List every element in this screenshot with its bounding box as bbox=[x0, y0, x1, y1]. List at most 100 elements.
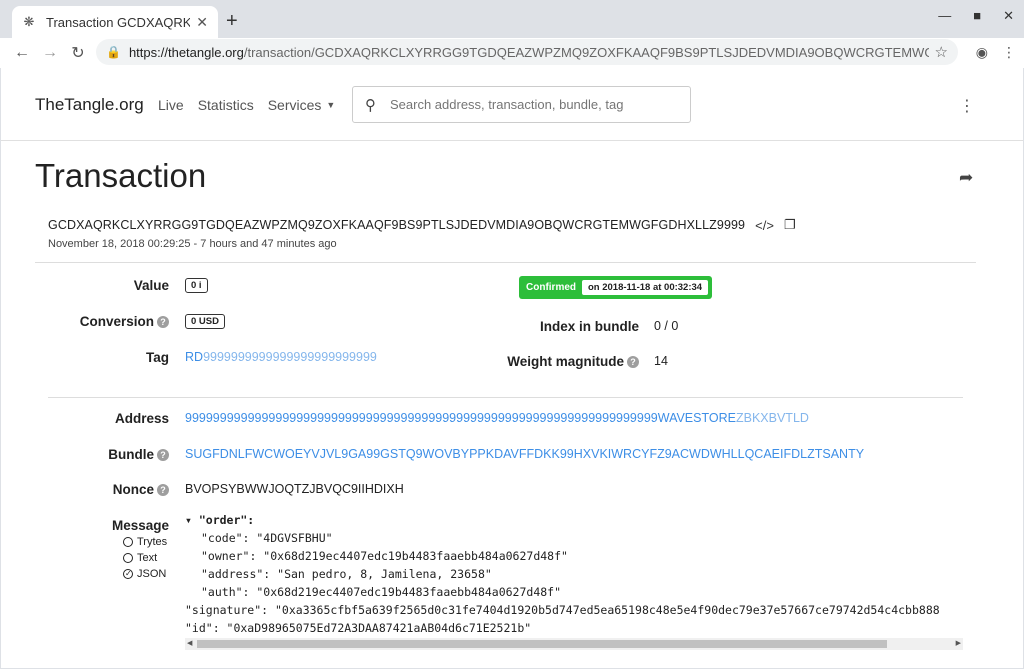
main-nav: Live Statistics Services ▼ bbox=[158, 97, 335, 113]
index-label: Index in bundle bbox=[539, 319, 639, 334]
new-tab-button[interactable]: + bbox=[226, 10, 238, 33]
divider bbox=[35, 262, 976, 263]
tag-label: Tag bbox=[91, 350, 169, 365]
help-icon[interactable]: ? bbox=[157, 316, 169, 328]
hash-row: GCDXAQRKCLXYRRGG9TGDQEAZWPZMQ9ZOXFKAAQF9… bbox=[48, 217, 796, 233]
help-icon[interactable]: ? bbox=[157, 484, 169, 496]
search-box[interactable]: ⚲ bbox=[352, 86, 691, 123]
address-link[interactable]: 9999999999999999999999999999999999999999… bbox=[185, 411, 809, 425]
radio-json[interactable]: ✓ JSON bbox=[123, 567, 167, 580]
weight-value: 14 bbox=[654, 354, 668, 368]
scrollbar-thumb[interactable] bbox=[197, 640, 887, 648]
scroll-left-icon[interactable]: ◀ bbox=[187, 638, 192, 650]
index-value: 0 / 0 bbox=[654, 319, 679, 333]
browser-toolbar: ← → ↻ 🔒 https://thetangle.org/transactio… bbox=[0, 38, 1024, 68]
value-badge: 0 i bbox=[185, 278, 208, 293]
more-options-icon[interactable]: ⋮ bbox=[959, 96, 975, 116]
nav-services[interactable]: Services ▼ bbox=[268, 97, 336, 113]
caret-down-icon: ▼ bbox=[326, 100, 336, 110]
nonce-value: BVOPSYBWWJOQTZJBVQC9IIHDIXH bbox=[185, 482, 404, 496]
maximize-icon[interactable]: ■ bbox=[973, 8, 981, 24]
nonce-label: Nonce? bbox=[61, 482, 169, 497]
json-order-key[interactable]: ▾ "order": bbox=[185, 511, 963, 529]
reload-icon[interactable]: ↻ bbox=[64, 43, 92, 63]
tag-label-text: Tag bbox=[146, 350, 169, 365]
nonce-label-text: Nonce bbox=[112, 482, 154, 497]
radio-text[interactable]: Text bbox=[123, 551, 167, 564]
message-json-viewer[interactable]: ▾ "order": "code": "4DGVSFBHU" "owner": … bbox=[185, 511, 963, 638]
value-label-text: Value bbox=[133, 278, 169, 293]
brand-logo[interactable]: TheTangle.org bbox=[35, 95, 144, 115]
minimize-icon[interactable]: — bbox=[938, 8, 951, 24]
status-badge: Confirmed on 2018-11-18 at 00:32:34 bbox=[519, 276, 713, 299]
nav-live[interactable]: Live bbox=[158, 97, 184, 113]
tag-link[interactable]: RD9999999999999999999999999 bbox=[185, 350, 377, 364]
forward-icon[interactable]: → bbox=[36, 44, 64, 62]
url-text: https://thetangle.org/transaction/GCDXAQ… bbox=[129, 45, 929, 60]
nav-services-label: Services bbox=[267, 97, 322, 113]
json-id-line: "id": "0xaD98965075Ed72A3DAA87421aAB04d6… bbox=[185, 621, 532, 635]
json-line: "owner": "0x68d219ec4407edc19b4483faaebb… bbox=[201, 549, 568, 563]
search-icon: ⚲ bbox=[365, 96, 376, 114]
radio-circle bbox=[123, 552, 133, 563]
share-icon[interactable]: ➦ bbox=[959, 168, 973, 188]
page-title: Transaction bbox=[35, 157, 207, 194]
json-line: "address": "San pedro, 8, Jamilena, 2365… bbox=[201, 567, 492, 581]
code-view-icon[interactable]: </> bbox=[755, 218, 774, 233]
copy-icon[interactable]: ❐ bbox=[784, 217, 796, 233]
radio-circle-checked: ✓ bbox=[123, 568, 133, 579]
page: TheTangle.org Live Statistics Services ▼ … bbox=[1, 68, 1023, 668]
scroll-right-icon[interactable]: ▶ bbox=[956, 638, 961, 650]
radio-json-label: JSON bbox=[137, 567, 167, 580]
bundle-label: Bundle? bbox=[61, 447, 169, 462]
url-host: https://thetangle.org bbox=[128, 44, 244, 60]
conversion-label: Conversion? bbox=[61, 314, 169, 329]
json-signature-line: "signature": "0xa3365cfbf5a639f2565d0c31… bbox=[185, 603, 940, 617]
url-path: /transaction/GCDXAQRKCLXYRRGG9TGDQEAZWPZ… bbox=[243, 44, 929, 60]
help-icon[interactable]: ? bbox=[627, 356, 639, 368]
message-format-options: Trytes Text ✓ JSON bbox=[123, 535, 167, 583]
browser-menu-icon[interactable]: ⋮ bbox=[1002, 44, 1016, 61]
radio-circle bbox=[123, 536, 133, 547]
json-order-key-text: ▾ "order": bbox=[185, 513, 255, 527]
conversion-label-text: Conversion bbox=[79, 314, 154, 329]
check-icon: ✓ bbox=[125, 568, 132, 578]
browser-tabstrip: ❋ Transaction GCDXAQRKCLXYRRGG9TGDQEAZWP… bbox=[0, 0, 1024, 38]
search-input[interactable] bbox=[390, 97, 670, 112]
close-tab-icon[interactable]: ✕ bbox=[196, 14, 208, 31]
value-label: Value bbox=[91, 278, 169, 293]
back-icon[interactable]: ← bbox=[8, 44, 36, 62]
address-checksum: ZBKXBVTLD bbox=[735, 411, 809, 425]
incognito-icon[interactable]: ◉ bbox=[976, 44, 988, 61]
toolbar-right: ◉ ⋮ bbox=[976, 44, 1016, 61]
window-controls: — ■ ✕ bbox=[938, 8, 1014, 24]
divider bbox=[48, 397, 963, 398]
tag-rest: 9999999999999999999999999 bbox=[203, 350, 377, 364]
message-label: Message bbox=[111, 518, 169, 533]
site-header: TheTangle.org Live Statistics Services ▼ … bbox=[1, 68, 1023, 141]
conversion-badge: 0 USD bbox=[185, 314, 225, 329]
tab-title: Transaction GCDXAQRKCLXYRRGG9TGDQEAZWPZM… bbox=[46, 14, 191, 30]
tag-prefix: RD bbox=[185, 350, 204, 364]
weight-label-text: Weight magnitude bbox=[507, 354, 624, 369]
weight-label: Weight magnitude? bbox=[489, 354, 639, 369]
radio-trytes-label: Trytes bbox=[137, 535, 168, 548]
address-label: Address bbox=[114, 411, 169, 426]
tangle-favicon-icon: ❋ bbox=[23, 14, 35, 29]
address-bar[interactable]: 🔒 https://thetangle.org/transaction/GCDX… bbox=[96, 39, 958, 65]
bundle-link[interactable]: SUGFDNLFWCWOEYVJVL9GA99GSTQ9WOVBYPPKDAVF… bbox=[185, 447, 864, 461]
radio-text-label: Text bbox=[137, 551, 158, 564]
browser-tab[interactable]: ❋ Transaction GCDXAQRKCLXYRRGG9TGDQEAZWP… bbox=[12, 6, 218, 38]
nav-statistics[interactable]: Statistics bbox=[198, 97, 254, 113]
radio-trytes[interactable]: Trytes bbox=[123, 535, 167, 548]
status-date: on 2018-11-18 at 00:32:34 bbox=[582, 280, 709, 295]
json-horizontal-scrollbar[interactable]: ◀ ▶ bbox=[185, 638, 963, 650]
json-line: "code": "4DGVSFBHU" bbox=[201, 531, 333, 545]
bundle-label-text: Bundle bbox=[108, 447, 154, 462]
help-icon[interactable]: ? bbox=[157, 449, 169, 461]
transaction-date: November 18, 2018 00:29:25 - 7 hours and… bbox=[48, 238, 337, 250]
lock-icon: 🔒 bbox=[106, 45, 121, 59]
bookmark-star-icon[interactable]: ☆ bbox=[935, 43, 948, 61]
close-window-icon[interactable]: ✕ bbox=[1003, 8, 1014, 24]
transaction-hash: GCDXAQRKCLXYRRGG9TGDQEAZWPZMQ9ZOXFKAAQF9… bbox=[48, 218, 746, 232]
